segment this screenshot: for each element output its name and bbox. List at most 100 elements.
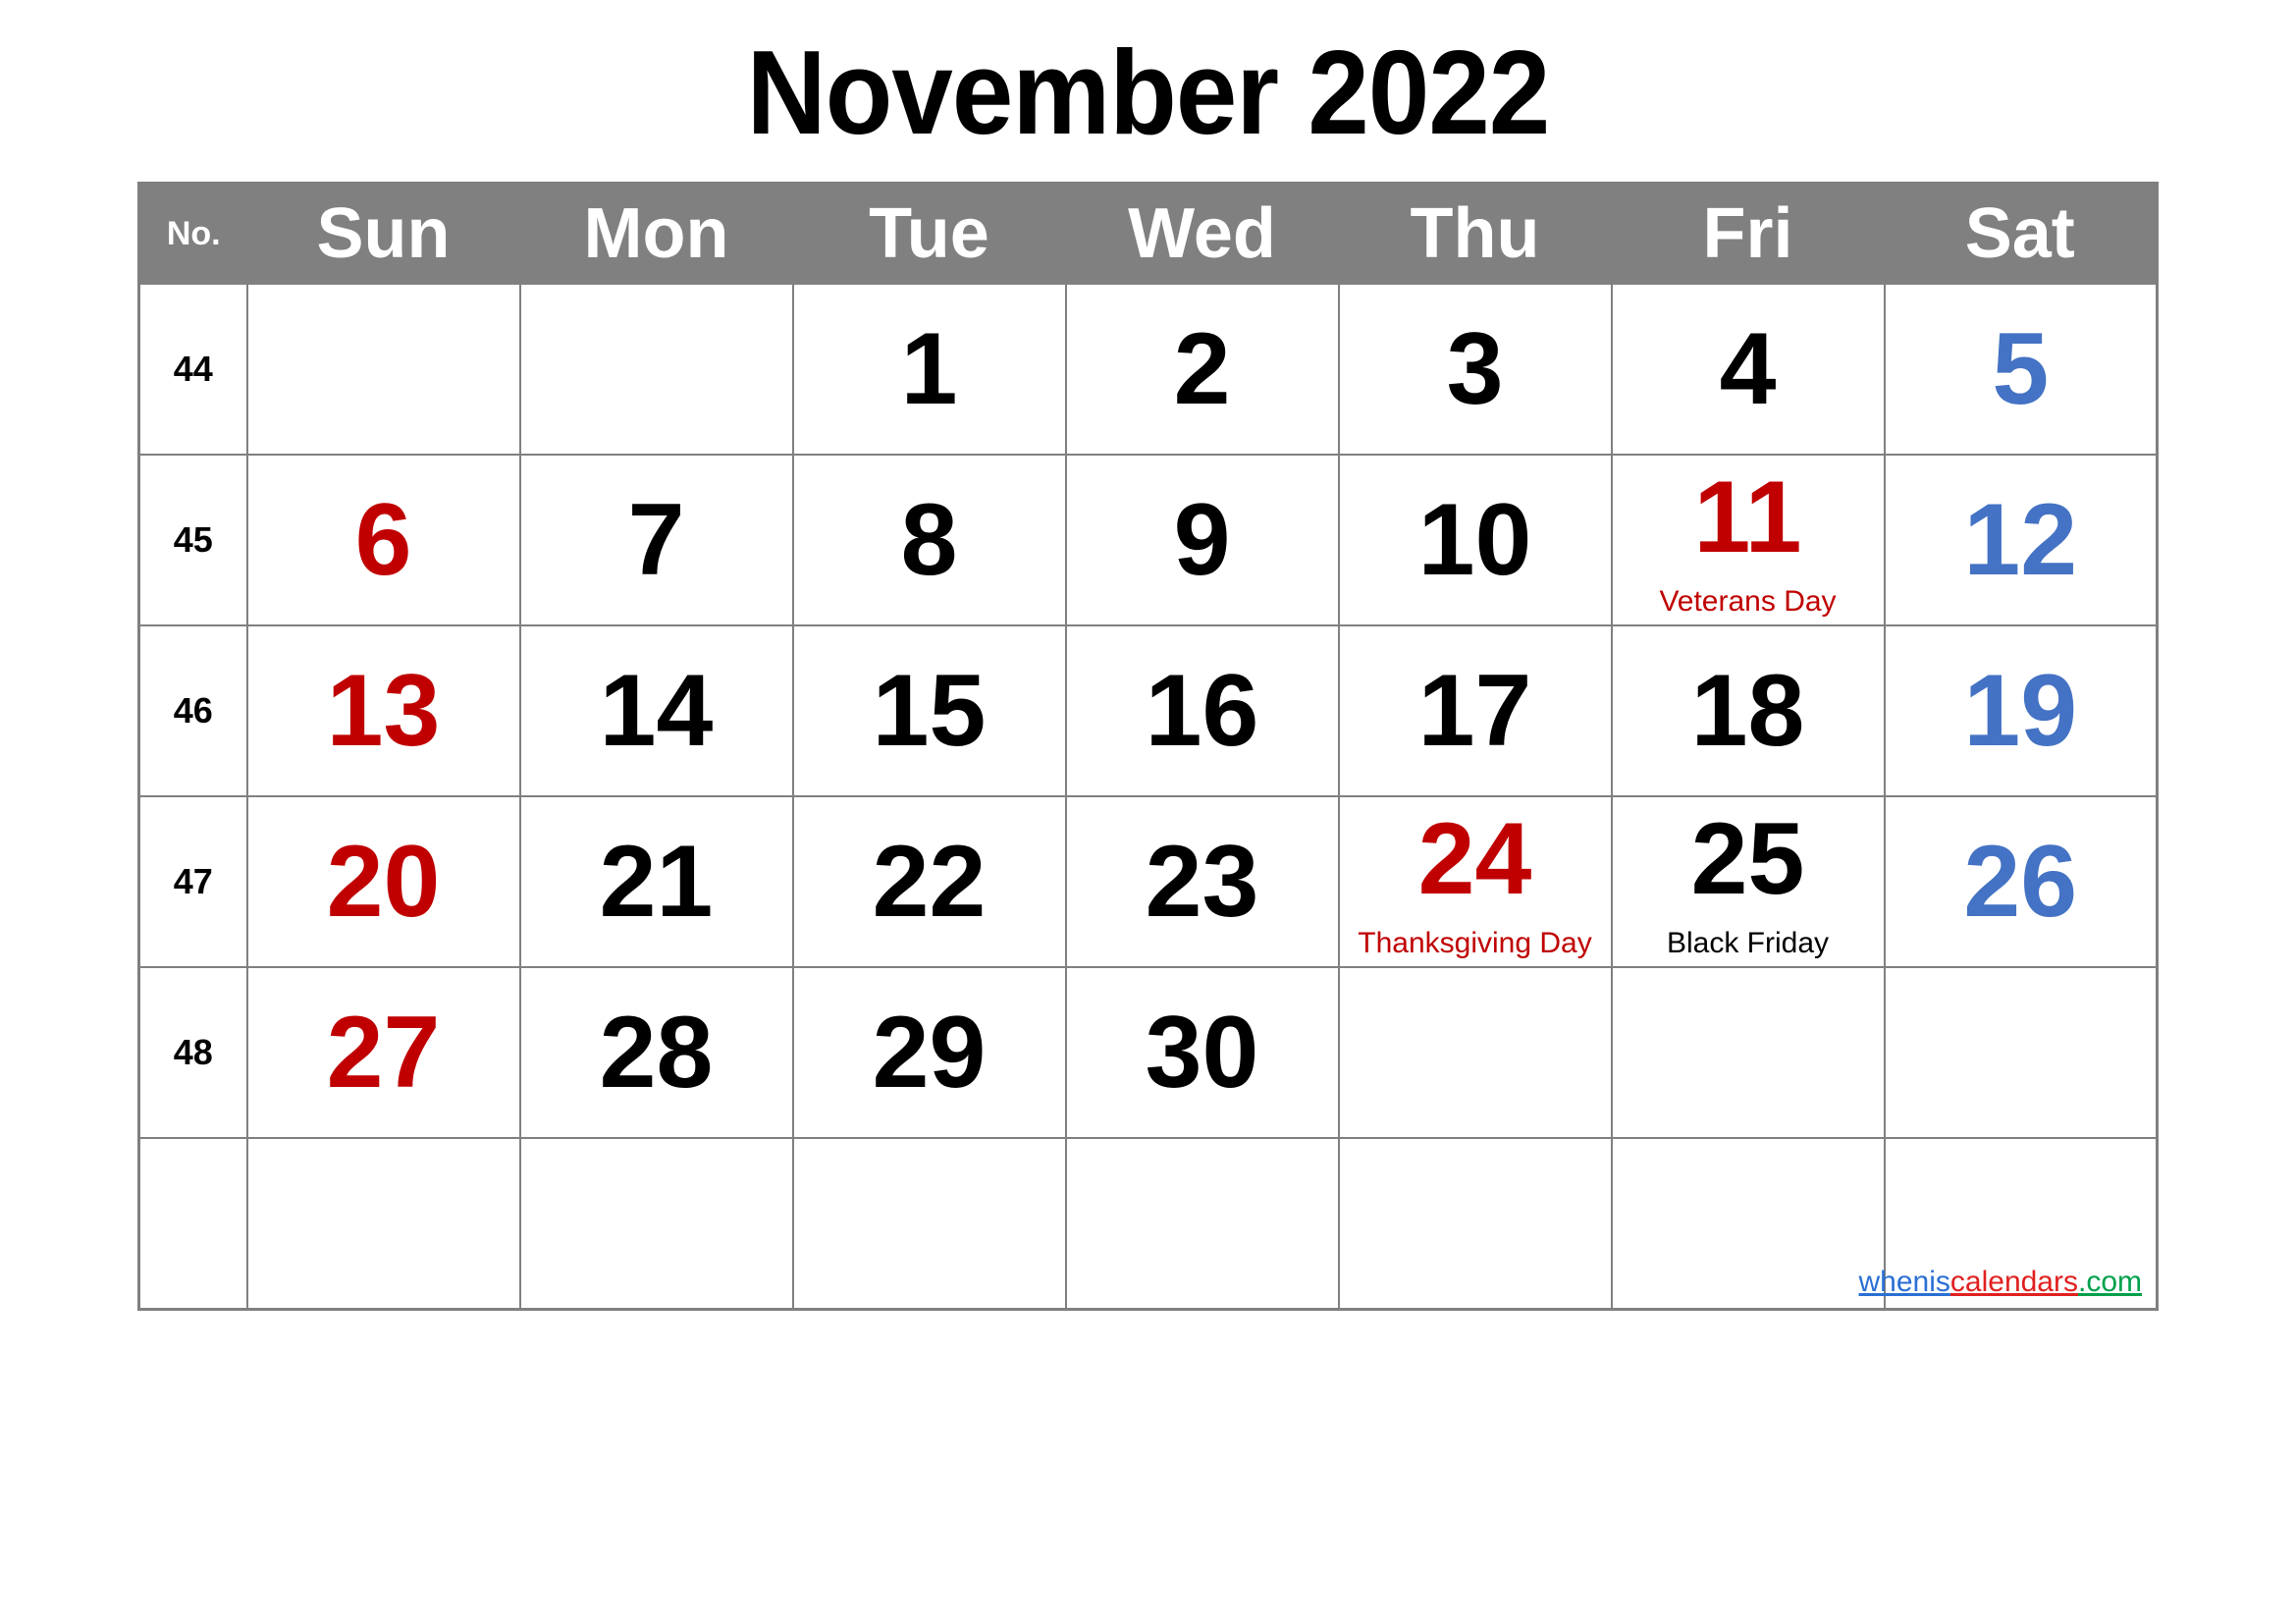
site-watermark[interactable]: wheniscalendars.com	[1859, 1266, 2142, 1299]
week-number-cell: 48	[137, 966, 248, 1139]
day-cell-29[interactable]: 29	[791, 966, 1067, 1139]
week-number-cell: 45	[137, 454, 248, 626]
day-cell-25[interactable]: 25 Black Friday	[1610, 795, 1886, 968]
day-cell-empty-mon	[518, 1137, 794, 1311]
day-cell-empty-tue	[791, 1137, 1067, 1311]
day-number: 29	[872, 996, 987, 1110]
calendar-grid-wrapper: No. Sun Mon Tue Wed Thu Fri Sat 44 1 2 3 4 5 4…	[137, 182, 2159, 1311]
day-cell-21[interactable]: 21	[518, 795, 794, 968]
watermark-part-two: calendars	[1949, 1266, 2078, 1298]
page-title: November 2022	[746, 26, 1551, 159]
day-cell-14[interactable]: 14	[518, 624, 794, 797]
day-cell-6[interactable]: 6	[245, 454, 521, 626]
calendar-header: No. Sun Mon Tue Wed Thu Fri Sat	[138, 183, 2158, 284]
day-number: 26	[1963, 825, 2078, 939]
day-cell-8[interactable]: 8	[791, 454, 1067, 626]
day-cell-12[interactable]: 12	[1883, 454, 2159, 626]
day-number: 5	[1992, 312, 2050, 426]
day-cell-30[interactable]: 30	[1064, 966, 1340, 1139]
dow-header-sun: Sun	[246, 183, 520, 284]
day-cell-23[interactable]: 23	[1064, 795, 1340, 968]
day-number: 16	[1145, 654, 1259, 768]
day-of-week-row: No. Sun Mon Tue Wed Thu Fri Sat	[138, 183, 2158, 284]
day-number: 11	[1693, 460, 1802, 574]
day-number: 28	[599, 996, 714, 1110]
day-number: 14	[599, 654, 714, 768]
day-cell-11[interactable]: 11 Veterans Day	[1610, 454, 1886, 626]
day-number: 30	[1145, 996, 1259, 1110]
day-cell-4[interactable]: 4	[1610, 283, 1886, 456]
calendar-week-row: 48 27 28 29 30	[137, 966, 2159, 1139]
day-number: 18	[1690, 654, 1805, 768]
day-cell-empty-sun	[245, 1137, 521, 1311]
day-number: 10	[1417, 483, 1532, 597]
day-number: 9	[1173, 483, 1231, 597]
day-cell-9[interactable]: 9	[1064, 454, 1340, 626]
day-number: 20	[326, 825, 441, 939]
calendar-week-row: 46 13 14 15 16 17 18 19	[137, 624, 2159, 797]
day-cell-19[interactable]: 19	[1883, 624, 2159, 797]
week-number-cell: 47	[137, 795, 248, 968]
day-cell-empty-mon	[518, 283, 794, 456]
day-cell-27[interactable]: 27	[245, 966, 521, 1139]
day-number: 4	[1719, 312, 1777, 426]
day-cell-empty-sat	[1883, 966, 2159, 1139]
day-number: 15	[872, 654, 987, 768]
day-cell-13[interactable]: 13	[245, 624, 521, 797]
day-cell-17[interactable]: 17	[1337, 624, 1613, 797]
day-number: 21	[599, 825, 714, 939]
dow-header-sat: Sat	[1884, 183, 2158, 284]
dow-header-fri: Fri	[1611, 183, 1885, 284]
day-number: 3	[1446, 312, 1504, 426]
day-number: 19	[1963, 654, 2078, 768]
calendar-body: 44 1 2 3 4 5 45 6 7 8 9 10 11 Veterans Day 12 46 13 14 15 1…	[137, 283, 2159, 1311]
day-cell-16[interactable]: 16	[1064, 624, 1340, 797]
day-cell-18[interactable]: 18	[1610, 624, 1886, 797]
day-number: 7	[627, 483, 685, 597]
week-number-cell: 44	[137, 283, 248, 456]
day-cell-empty-thu	[1337, 1137, 1613, 1311]
watermark-part-one: whenis	[1858, 1266, 1950, 1298]
day-cell-5[interactable]: 5	[1883, 283, 2159, 456]
day-cell-24[interactable]: 24 Thanksgiving Day	[1337, 795, 1613, 968]
dow-header-tue: Tue	[792, 183, 1066, 284]
calendar-week-row	[137, 1137, 2159, 1311]
day-cell-1[interactable]: 1	[791, 283, 1067, 456]
dow-header-mon: Mon	[519, 183, 793, 284]
day-cell-10[interactable]: 10	[1337, 454, 1613, 626]
holiday-label: Black Friday	[1666, 927, 1830, 959]
day-cell-28[interactable]: 28	[518, 966, 794, 1139]
day-number: 27	[326, 996, 441, 1110]
day-cell-empty-fri	[1610, 1137, 1886, 1311]
calendar-week-row: 45 6 7 8 9 10 11 Veterans Day 12	[137, 454, 2159, 626]
calendar-week-row: 47 20 21 22 23 24 Thanksgiving Day 25 Black Frid…	[137, 795, 2159, 968]
week-number-column-header: No.	[138, 183, 247, 284]
day-number: 22	[872, 825, 987, 939]
day-cell-empty-wed	[1064, 1137, 1340, 1311]
week-number-cell	[137, 1137, 248, 1311]
watermark-part-three: .com	[2077, 1266, 2142, 1298]
calendar-week-row: 44 1 2 3 4 5	[137, 283, 2159, 456]
calendar-table: No. Sun Mon Tue Wed Thu Fri Sat 44 1 2 3 4 5 4…	[137, 182, 2159, 1311]
day-number: 17	[1417, 654, 1532, 768]
day-cell-empty-fri	[1610, 966, 1886, 1139]
calendar-page: November 2022 No. Sun Mon Tue Wed Thu Fr…	[0, 0, 2296, 1624]
day-cell-2[interactable]: 2	[1064, 283, 1340, 456]
day-number: 12	[1963, 483, 2078, 597]
day-number: 24	[1417, 802, 1532, 916]
holiday-label: Thanksgiving Day	[1358, 927, 1592, 959]
day-cell-15[interactable]: 15	[791, 624, 1067, 797]
day-cell-3[interactable]: 3	[1337, 283, 1613, 456]
day-number: 25	[1690, 802, 1805, 916]
day-number: 23	[1145, 825, 1259, 939]
dow-header-wed: Wed	[1065, 183, 1339, 284]
dow-header-thu: Thu	[1338, 183, 1612, 284]
holiday-label: Veterans Day	[1659, 585, 1837, 618]
day-number: 8	[900, 483, 958, 597]
day-cell-empty-sun	[245, 283, 521, 456]
day-cell-22[interactable]: 22	[791, 795, 1067, 968]
day-cell-7[interactable]: 7	[518, 454, 794, 626]
day-cell-empty-thu	[1337, 966, 1613, 1139]
day-cell-20[interactable]: 20	[245, 795, 521, 968]
day-cell-26[interactable]: 26	[1883, 795, 2159, 968]
